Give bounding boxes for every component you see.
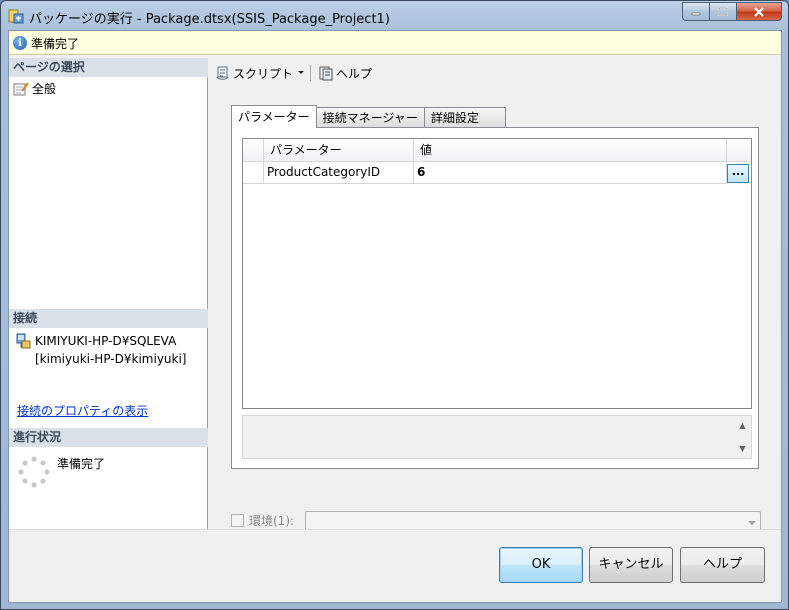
combo-chevron-down-icon bbox=[748, 521, 756, 525]
edit-value-ellipsis-button[interactable]: ... bbox=[727, 164, 749, 183]
connection-user: [kimiyuki-HP-D¥kimiyuki] bbox=[35, 352, 187, 366]
parameter-name-cell[interactable]: ProductCategoryID bbox=[264, 162, 414, 184]
window-title: パッケージの実行 - Package.dtsx(SSIS_Package_Pro… bbox=[29, 12, 390, 27]
page-select-header: ページの選択 bbox=[9, 58, 208, 77]
connection-server: KIMIYUKI-HP-D¥SQLEVA bbox=[35, 334, 177, 348]
progress-spinner-icon bbox=[18, 456, 50, 488]
help-label: ヘルプ bbox=[336, 66, 373, 81]
environment-checkbox[interactable] bbox=[231, 514, 244, 527]
view-connection-properties-link[interactable]: 接続のプロパティの表示 bbox=[17, 402, 148, 419]
dialog-client: i 準備完了 ページの選択 全般 接続 KIMIYUKI-HP-D¥SQLEVA… bbox=[8, 30, 782, 603]
cancel-button[interactable]: キャンセル bbox=[589, 547, 673, 583]
description-area: ▲ ▼ bbox=[242, 415, 752, 459]
toolbar: スクリプト ヘルプ bbox=[213, 62, 374, 84]
column-header-parameter[interactable]: パラメーター bbox=[264, 139, 414, 162]
tab-connection-managers[interactable]: 接続マネージャー bbox=[315, 107, 425, 128]
column-header-value[interactable]: 値 bbox=[414, 139, 727, 162]
info-icon: i bbox=[13, 36, 27, 50]
dialog-window: パッケージの実行 - Package.dtsx(SSIS_Package_Pro… bbox=[0, 0, 789, 610]
tab-strip: パラメーター 接続マネージャー 詳細設定 bbox=[231, 105, 506, 128]
ok-button[interactable]: OK bbox=[499, 547, 583, 583]
maximize-button[interactable] bbox=[709, 2, 736, 21]
script-button[interactable]: スクリプト bbox=[213, 63, 295, 83]
scroll-down-arrow-icon[interactable]: ▼ bbox=[738, 444, 747, 453]
connection-header: 接続 bbox=[9, 309, 208, 328]
title-bar[interactable]: パッケージの実行 - Package.dtsx(SSIS_Package_Pro… bbox=[1, 1, 788, 31]
dialog-footer: OK キャンセル ヘルプ bbox=[9, 529, 781, 602]
parameter-value-cell[interactable]: 6 bbox=[414, 162, 727, 184]
progress-status-text: 準備完了 bbox=[57, 457, 106, 471]
tab-advanced[interactable]: 詳細設定 bbox=[423, 107, 506, 128]
help-toolbar-button[interactable]: ヘルプ bbox=[316, 63, 374, 83]
status-text: 準備完了 bbox=[31, 37, 80, 51]
close-icon bbox=[754, 6, 764, 17]
chevron-down-icon[interactable] bbox=[297, 70, 305, 76]
script-icon bbox=[216, 66, 229, 80]
minimize-icon bbox=[691, 12, 701, 15]
right-pane: スクリプト ヘルプ パラメーター 接続マネージャー 詳細設定 パラメーター 値 … bbox=[209, 58, 781, 537]
environment-option: 環境(1): bbox=[231, 512, 294, 529]
toolbar-separator bbox=[310, 65, 312, 81]
help-book-icon bbox=[319, 66, 333, 81]
row-header-corner bbox=[243, 139, 264, 162]
minimize-button[interactable] bbox=[682, 2, 709, 21]
script-label: スクリプト bbox=[233, 66, 294, 81]
environment-label: 環境(1): bbox=[249, 514, 295, 528]
left-pane: ページの選択 全般 接続 KIMIYUKI-HP-D¥SQLEVA [kimiy… bbox=[9, 58, 208, 529]
connection-info: KIMIYUKI-HP-D¥SQLEVA [kimiyuki-HP-D¥kimi… bbox=[15, 332, 187, 368]
maximize-icon bbox=[718, 7, 728, 16]
status-bar: i 準備完了 bbox=[9, 31, 781, 55]
column-header-spacer bbox=[727, 139, 751, 162]
progress-header: 進行状況 bbox=[9, 428, 208, 447]
tab-parameters[interactable]: パラメーター bbox=[231, 105, 317, 128]
row-selector[interactable] bbox=[243, 162, 264, 184]
scroll-up-arrow-icon[interactable]: ▲ bbox=[738, 421, 747, 430]
ssis-package-icon bbox=[8, 9, 24, 24]
parameters-grid: パラメーター 値 ProductCategoryID 6 ... bbox=[242, 138, 752, 409]
parameters-tab-panel: パラメーター 値 ProductCategoryID 6 ... ▲ ▼ bbox=[231, 127, 759, 469]
close-window-button[interactable] bbox=[736, 2, 782, 21]
help-button[interactable]: ヘルプ bbox=[680, 547, 765, 583]
page-item-general[interactable]: 全般 bbox=[13, 80, 56, 97]
page-item-label: 全般 bbox=[32, 82, 57, 96]
server-connection-icon bbox=[16, 333, 31, 349]
properties-page-icon bbox=[13, 81, 29, 95]
